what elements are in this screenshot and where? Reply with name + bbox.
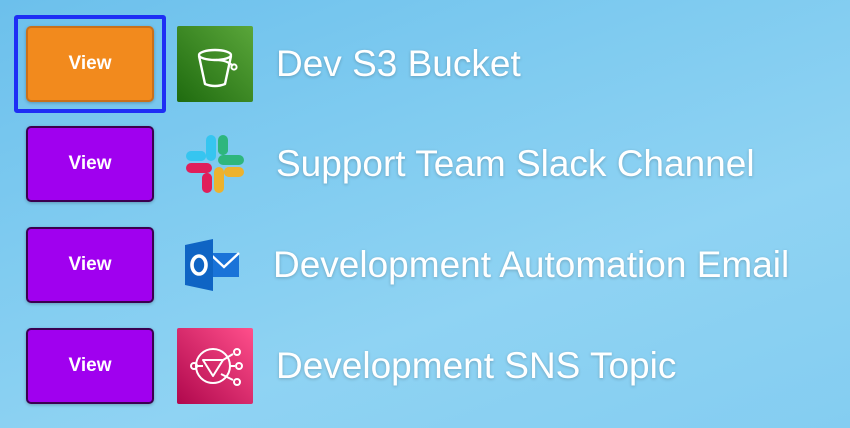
list-item: View Support Team Slack Channel xyxy=(0,118,850,208)
list-item: View Development Automation Email xyxy=(0,219,850,309)
view-button[interactable]: View xyxy=(26,227,154,303)
outlook-icon xyxy=(177,227,253,303)
item-label: Dev S3 Bucket xyxy=(276,43,521,84)
list-item: View Dev S3 Bucket xyxy=(0,15,850,113)
sns-topic-icon xyxy=(177,328,253,404)
view-button[interactable]: View xyxy=(26,26,154,102)
view-button[interactable]: View xyxy=(26,126,154,202)
s3-bucket-icon xyxy=(177,26,253,102)
item-label: Development Automation Email xyxy=(273,244,790,285)
view-button[interactable]: View xyxy=(26,328,154,404)
slack-icon xyxy=(177,126,253,202)
item-label: Support Team Slack Channel xyxy=(276,143,755,184)
item-label: Development SNS Topic xyxy=(276,345,677,386)
list-item: View Development SNS Topic xyxy=(0,320,850,410)
